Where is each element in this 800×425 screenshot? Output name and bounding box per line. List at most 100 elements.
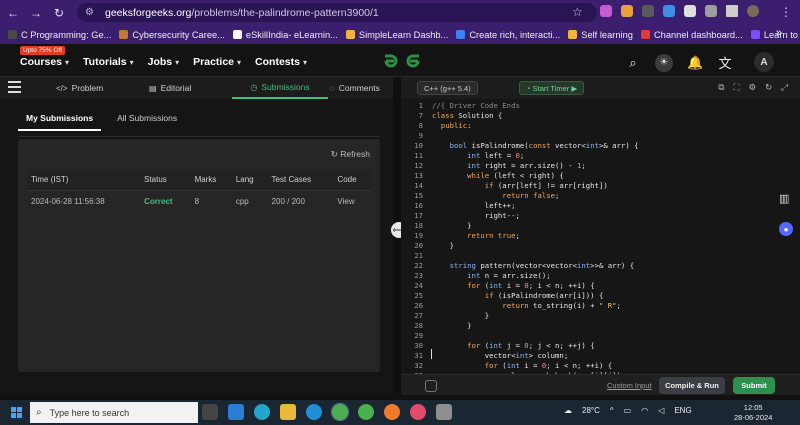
address-bar[interactable]: ⚙ geeksforgeeks.org /problems/the-palind… xyxy=(77,3,597,22)
tab-label: Editorial xyxy=(160,83,192,93)
search-placeholder: Type here to search xyxy=(49,407,130,418)
line-number: 15 xyxy=(414,191,423,200)
bookmark-label: SimpleLearn Dashb... xyxy=(358,29,449,40)
edge-icon[interactable] xyxy=(306,404,322,420)
line-number: 24 xyxy=(414,281,423,290)
app-icon[interactable] xyxy=(410,404,426,420)
bookmark-favicon-icon xyxy=(345,30,355,39)
submission-tests: 200 / 200 xyxy=(271,197,305,206)
language-select[interactable]: C++ (g++ 5.4) xyxy=(417,81,478,95)
battery-icon[interactable]: ▭ xyxy=(624,406,632,415)
wifi-icon[interactable]: ◠ xyxy=(641,406,648,415)
chrome-icon[interactable] xyxy=(331,403,349,421)
task-view-icon[interactable] xyxy=(202,404,218,420)
offer-badge[interactable]: Upto 75% Off xyxy=(20,46,65,55)
nav-contests[interactable]: Contests ▾ xyxy=(255,56,307,68)
tab-label: Problem xyxy=(71,83,104,93)
extensions-puzzle-icon[interactable] xyxy=(705,5,717,17)
bookmark-item[interactable]: Self learning xyxy=(568,30,633,40)
line-number: 21 xyxy=(414,251,423,260)
forward-icon[interactable]: → xyxy=(26,3,46,23)
user-avatar[interactable]: A xyxy=(754,52,774,72)
chatbot-icon[interactable]: ● xyxy=(779,222,793,236)
bookmark-label: Create rich, interacti... xyxy=(469,29,561,40)
view-code-link[interactable]: View xyxy=(333,191,371,213)
bookmark-item[interactable]: Create rich, interacti... xyxy=(456,30,560,40)
nav-tutorials[interactable]: Tutorials ▾ xyxy=(83,56,134,68)
windows-taskbar: ⌕ Type here to search ☁ 28°C ^ ▭ ◠ ◁ ENG… xyxy=(0,400,800,425)
reset-icon[interactable]: ↻ xyxy=(765,82,772,93)
clock[interactable]: 12:05 28-06-2024 xyxy=(734,403,772,423)
bookmark-item[interactable]: SimpleLearn Dashb... xyxy=(345,29,449,40)
code-line: string pattern(vector<vector<int>>& arr)… xyxy=(449,261,635,270)
custom-input-checkbox[interactable] xyxy=(425,380,437,392)
volume-icon[interactable]: ◁ xyxy=(658,406,664,415)
hamburger-menu-icon[interactable] xyxy=(8,81,21,93)
back-icon[interactable]: ← xyxy=(3,3,23,23)
copy-icon[interactable]: ⧉ xyxy=(718,82,724,93)
browser-menu-icon[interactable]: ⋮ xyxy=(780,5,792,19)
app-icon[interactable] xyxy=(436,404,452,420)
code-area[interactable]: 1//{ Driver Code Ends 7 class Solution {8 … xyxy=(401,99,800,374)
tab-editorial[interactable]: ▤ Editorial xyxy=(149,77,191,99)
bookmark-item[interactable]: Channel dashboard... xyxy=(640,30,743,40)
expand-icon[interactable]: ⤢ xyxy=(781,82,788,93)
document-icon: ▤ xyxy=(149,83,157,93)
profile-avatar-icon[interactable] xyxy=(747,5,759,17)
settings-icon[interactable]: ⚙ xyxy=(748,82,756,93)
weather-icon[interactable]: ☁ xyxy=(564,406,572,415)
gfg-logo[interactable] xyxy=(382,52,422,70)
language-indicator[interactable]: ENG xyxy=(674,406,691,415)
translate-icon[interactable]: 文 xyxy=(717,53,733,72)
bookmark-item[interactable]: C Programming: Ge... xyxy=(8,30,111,40)
extension-icon[interactable] xyxy=(663,5,675,17)
extension-icon[interactable] xyxy=(642,5,654,17)
theme-toggle-icon[interactable]: ☀ xyxy=(655,53,673,72)
extension-icon[interactable] xyxy=(684,5,696,17)
extension-icon[interactable] xyxy=(600,5,612,17)
windows-start-icon[interactable] xyxy=(11,407,22,418)
tray-up-icon[interactable]: ^ xyxy=(610,406,614,415)
fullscreen-icon[interactable]: ⛶ xyxy=(733,82,739,93)
submissions-card: ↻ Refresh Time (IST) Status Marks Lang T… xyxy=(18,139,380,372)
nav-courses[interactable]: Courses ▾ xyxy=(20,56,69,68)
nav-jobs[interactable]: Jobs ▾ xyxy=(148,56,180,68)
cortana-icon[interactable] xyxy=(254,404,270,420)
subtab-all-submissions[interactable]: All Submissions xyxy=(109,113,185,131)
tab-comments[interactable]: ◌ Comments xyxy=(330,77,380,99)
bookmark-favicon-icon xyxy=(456,30,466,39)
editor-actions: ⧉ ⛶ ⚙ ↻ ⤢ xyxy=(718,82,788,93)
sidebar-icon[interactable] xyxy=(726,5,738,17)
code-line: while (left < right) { xyxy=(467,171,564,180)
more-bookmarks-icon[interactable]: » xyxy=(776,27,782,39)
tab-submissions[interactable]: ◷ Submissions xyxy=(232,77,328,99)
line-number: 29 xyxy=(414,331,423,340)
weather-temp[interactable]: 28°C xyxy=(582,406,600,415)
line-number: 14 xyxy=(414,181,423,190)
divider xyxy=(18,136,380,137)
search-icon[interactable]: ⌕ xyxy=(625,55,641,71)
compile-run-button[interactable]: Compile & Run xyxy=(659,377,725,394)
mail-icon[interactable] xyxy=(228,404,244,420)
line-number: 1 xyxy=(418,101,423,110)
taskbar-search[interactable]: ⌕ Type here to search xyxy=(30,402,198,423)
bookmark-favicon-icon xyxy=(119,30,129,39)
tab-problem[interactable]: </> Problem xyxy=(56,77,103,99)
submit-button[interactable]: Submit xyxy=(733,377,775,394)
site-info-icon[interactable]: ⚙ xyxy=(85,7,99,18)
chrome-icon[interactable] xyxy=(358,404,374,420)
reload-icon[interactable]: ↻ xyxy=(49,3,69,23)
subtab-my-submissions[interactable]: My Submissions xyxy=(18,113,102,131)
bookmark-item[interactable]: Cybersecurity Caree... xyxy=(119,30,225,40)
file-explorer-icon[interactable] xyxy=(280,404,296,420)
extension-icon[interactable] xyxy=(621,5,633,17)
bookmark-star-icon[interactable]: ☆ xyxy=(572,5,583,19)
custom-input-link[interactable]: Custom Input xyxy=(607,381,652,390)
nav-practice[interactable]: Practice ▾ xyxy=(193,56,241,68)
book-icon[interactable]: ▥ xyxy=(779,192,793,206)
start-timer-button[interactable]: ◔ Start Timer ▶ xyxy=(519,81,585,95)
notification-bell-icon[interactable]: 🔔 xyxy=(687,55,703,71)
bookmark-item[interactable]: eSkillIndia- eLearnin... xyxy=(232,30,338,40)
firefox-icon[interactable] xyxy=(384,404,400,420)
refresh-button[interactable]: ↻ Refresh xyxy=(331,149,370,160)
